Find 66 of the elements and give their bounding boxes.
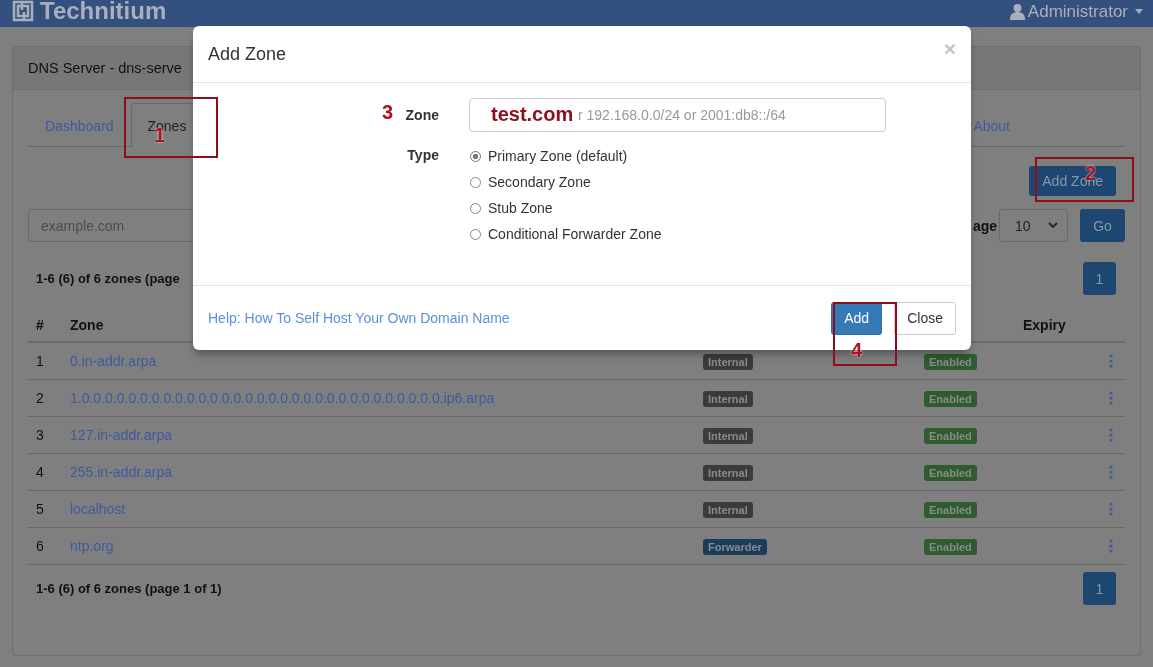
type-badge: Internal xyxy=(703,427,753,444)
radio-option[interactable]: Stub Zone xyxy=(469,200,662,216)
table-cell: 3 xyxy=(36,427,44,443)
radio-option[interactable]: Conditional Forwarder Zone xyxy=(469,226,662,242)
page-size-select[interactable]: 10 xyxy=(999,209,1068,242)
page-button[interactable]: 1 xyxy=(1083,572,1116,605)
status-badge: Enabled xyxy=(924,538,977,555)
radio-button[interactable] xyxy=(470,228,481,240)
column-header: # xyxy=(36,317,44,333)
annotation-box xyxy=(833,302,897,366)
more-options-icon[interactable] xyxy=(1109,502,1113,516)
status-badge: Enabled xyxy=(924,390,977,407)
more-options-icon[interactable] xyxy=(1109,354,1113,368)
zone-link[interactable]: 127.in-addr.arpa xyxy=(70,427,172,443)
status-badge: Enabled xyxy=(924,501,977,518)
annotation-text: test.com xyxy=(491,103,574,125)
table-cell: 4 xyxy=(36,464,44,480)
close-button[interactable]: Close xyxy=(894,301,956,335)
table-cell: 5 xyxy=(36,501,44,517)
summary-text: 1-6 (6) of 6 zones (page 1 of 1) xyxy=(36,581,222,596)
page-button[interactable]: 1 xyxy=(1083,262,1116,295)
user-icon xyxy=(1009,3,1025,20)
logo-icon xyxy=(12,0,34,22)
zone-link[interactable]: 0.in-addr.arpa xyxy=(70,353,157,369)
zone-label: Zone xyxy=(405,107,439,123)
zone-link[interactable]: 1.0.0.0.0.0.0.0.0.0.0.0.0.0.0.0.0.0.0.0.0.0.0.0.0.0.0.0.0.0.0.0.ip6.arpa xyxy=(70,390,495,406)
type-badge: Forwarder xyxy=(703,538,767,555)
table-cell: 1 xyxy=(36,353,44,369)
column-header: Zone xyxy=(70,317,104,333)
zone-link[interactable]: ntp.org xyxy=(70,538,114,554)
type-badge: Internal xyxy=(703,390,753,407)
page-size-label: age xyxy=(972,217,997,234)
column-header: Expiry xyxy=(1023,317,1066,333)
type-badge: Internal xyxy=(703,464,753,481)
more-options-icon[interactable] xyxy=(1109,391,1113,405)
brand-name[interactable]: Technitium xyxy=(40,0,167,25)
type-badge: Internal xyxy=(703,353,753,370)
radio-option[interactable]: Secondary Zone xyxy=(469,174,662,190)
status-badge: Enabled xyxy=(924,353,977,370)
radio-button[interactable] xyxy=(470,150,481,162)
zone-link[interactable]: 255.in-addr.arpa xyxy=(70,464,172,480)
more-options-icon[interactable] xyxy=(1109,465,1113,479)
table-cell: 2 xyxy=(36,390,44,406)
table-cell: 6 xyxy=(36,538,44,554)
go-button[interactable]: Go xyxy=(1080,209,1125,242)
panel-title: DNS Server - dns-serve xyxy=(28,60,182,76)
chevron-icon xyxy=(1048,222,1058,229)
status-badge: Enabled xyxy=(924,464,977,481)
summary-text: 1-6 (6) of 6 zones (page xyxy=(36,271,180,286)
tab[interactable]: Dashboard xyxy=(28,103,131,147)
user-menu[interactable]: Administrator xyxy=(1027,1,1128,22)
help-link[interactable]: Help: How To Self Host Your Own Domain Name xyxy=(208,310,510,326)
type-badge: Internal xyxy=(703,501,753,518)
radio-button[interactable] xyxy=(470,176,481,188)
type-label: Type xyxy=(407,147,439,163)
annotation-number: 3 xyxy=(382,102,394,122)
radio-option[interactable]: Primary Zone (default) xyxy=(469,148,662,164)
add-button[interactable]: Add xyxy=(831,301,883,335)
status-badge: Enabled xyxy=(924,427,977,444)
more-options-icon[interactable] xyxy=(1109,539,1113,553)
caret-icon xyxy=(1135,9,1143,14)
more-options-icon[interactable] xyxy=(1109,428,1113,442)
dialog-title: Add Zone xyxy=(208,43,287,65)
zone-link[interactable]: localhost xyxy=(70,501,126,517)
radio-button[interactable] xyxy=(470,202,481,214)
close-button[interactable]: × xyxy=(943,37,956,61)
